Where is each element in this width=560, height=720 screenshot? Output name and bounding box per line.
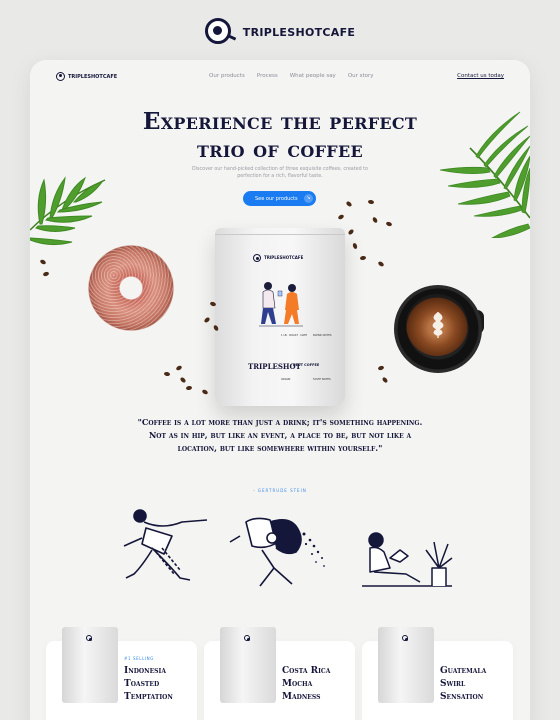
logo-cup-icon xyxy=(253,254,261,262)
bag-info-4: TASTE NOTES xyxy=(313,378,331,381)
coffee-bean xyxy=(39,258,47,266)
brand-name: tripleshotcafe xyxy=(242,22,356,40)
bag-info-3: ORIGIN xyxy=(281,378,291,381)
coffee-bean xyxy=(163,371,171,377)
coffee-bean xyxy=(201,388,209,396)
product-card[interactable]: Costa Rica Mocha Madness xyxy=(204,627,355,720)
palm-leaf-left-decoration xyxy=(30,176,106,246)
dancing-person-illustration xyxy=(123,509,208,581)
coffee-bean xyxy=(371,216,379,224)
product-name: Indonesia Toasted Temptation xyxy=(124,666,173,702)
donut-image xyxy=(88,245,174,331)
landing-page-card: tripleshotcafe Our products Process What… xyxy=(30,60,530,720)
coffee-bean xyxy=(385,221,393,227)
nav-links: Our products Process What people say Our… xyxy=(209,73,374,79)
bag-logo: tripleshotcafe xyxy=(253,254,303,262)
product-name: Guatemala Swirl Sensation xyxy=(440,666,487,702)
nav-logo[interactable]: tripleshotcafe xyxy=(56,71,118,81)
coffee-bean xyxy=(352,242,358,250)
arrow-down-right-icon: ↘ xyxy=(304,194,313,203)
logo-cup-icon xyxy=(402,635,408,641)
bag-seal xyxy=(215,234,345,235)
product-bag-image xyxy=(378,627,434,703)
nav-logo-text: tripleshotcafe xyxy=(68,72,118,80)
product-name: Costa Rica Mocha Madness xyxy=(282,666,331,702)
bag-info-1: 1 LB · ROAST · DATE xyxy=(281,334,308,337)
see-products-label: See our products xyxy=(255,195,298,202)
coffee-bean xyxy=(345,200,353,208)
testimonial-quote: "Coffee is a lot more than just a drink;… xyxy=(137,417,423,453)
coffee-bag-image: tripleshotcafe 1 LB · ROAST · DATE BLEND… xyxy=(215,228,345,406)
quote-author: - Gertrude Stein xyxy=(253,488,307,493)
coffee-bean xyxy=(377,260,385,268)
coffee-bean xyxy=(359,255,367,261)
product-badge: #1 SELLING xyxy=(124,656,154,661)
nav-link-story[interactable]: Our story xyxy=(348,73,374,79)
top-brand: tripleshotcafe xyxy=(0,18,560,44)
bag-type: BEST COFFEE xyxy=(293,363,320,367)
coffee-bean xyxy=(175,364,183,372)
nav-link-testimonials[interactable]: What people say xyxy=(290,73,336,79)
product-bag-image xyxy=(62,627,118,703)
coffee-bean xyxy=(42,271,50,277)
coffee-bean xyxy=(377,365,385,371)
logo-cup-icon xyxy=(244,635,250,641)
coffee-bean xyxy=(367,199,375,205)
reading-person-illustration xyxy=(362,532,453,587)
logo-cup-icon xyxy=(204,18,231,44)
bag-info-2: BLEND NOTES xyxy=(313,334,332,337)
palm-leaf-right-decoration xyxy=(439,111,530,238)
hero-subtitle: Discover our hand-picked collection of t… xyxy=(192,167,368,179)
coffee-bean xyxy=(185,385,193,391)
nav-link-products[interactable]: Our products xyxy=(209,73,245,79)
product-bag-image xyxy=(220,627,276,703)
coffee-bean xyxy=(337,213,345,221)
see-products-button[interactable]: See our products ↘ xyxy=(243,191,316,206)
bag-logo-text: tripleshotcafe xyxy=(264,255,304,261)
spilling-cup-illustration xyxy=(229,517,325,587)
nav-link-process[interactable]: Process xyxy=(257,73,278,79)
contact-link[interactable]: Contact us today xyxy=(457,73,504,79)
coffee-bean xyxy=(347,228,355,236)
product-card[interactable]: #1 SELLING Indonesia Toasted Temptation xyxy=(46,627,197,720)
coffee-bean xyxy=(203,316,211,324)
latte-art-icon xyxy=(432,312,444,338)
product-card[interactable]: Guatemala Swirl Sensation xyxy=(362,627,513,720)
coffee-bean xyxy=(381,376,389,384)
coffee-bean xyxy=(179,376,187,384)
people-drinking-coffee-illustration xyxy=(259,282,303,327)
top-nav: tripleshotcafe Our products Process What… xyxy=(30,66,530,86)
logo-cup-icon xyxy=(56,71,65,81)
logo-cup-icon xyxy=(86,635,92,641)
